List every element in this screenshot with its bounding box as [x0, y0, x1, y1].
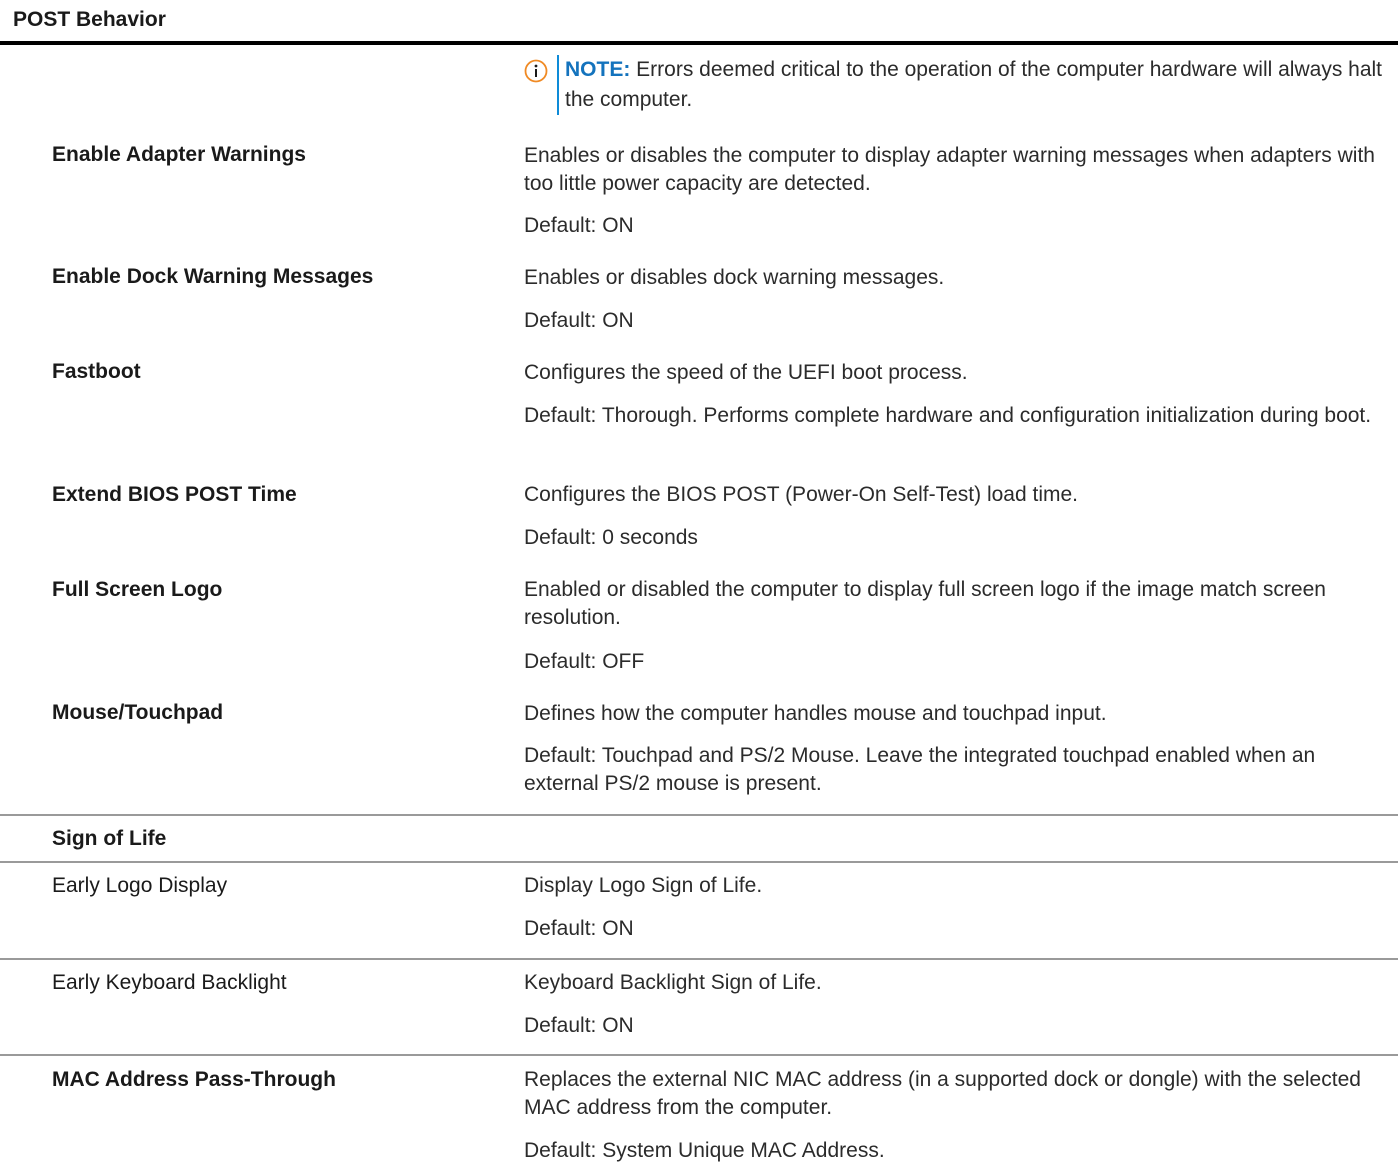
setting-label: Mouse/Touchpad — [52, 701, 224, 724]
subsection-title: Sign of Life — [52, 827, 167, 850]
setting-description: Enables or disables the computer to disp… — [524, 144, 1375, 195]
section-header: POST Behavior — [0, 0, 1398, 45]
setting-description: Keyboard Backlight Sign of Life. — [524, 971, 822, 994]
setting-label: Early Logo Display — [52, 874, 228, 897]
setting-description: Enables or disables dock warning message… — [524, 266, 945, 289]
note-body: Errors deemed critical to the operation … — [565, 58, 1383, 111]
note-divider — [557, 55, 559, 115]
setting-default: Default: Touchpad and PS/2 Mouse. Leave … — [524, 744, 1316, 795]
setting-label: Fastboot — [52, 360, 141, 383]
note-label: NOTE: — [565, 58, 631, 81]
setting-label: Enable Adapter Warnings — [52, 143, 306, 166]
setting-description: Configures the speed of the UEFI boot pr… — [524, 361, 968, 384]
divider — [0, 861, 1398, 863]
setting-default: Default: 0 seconds — [524, 526, 698, 549]
section-title: POST Behavior — [13, 8, 166, 31]
setting-label: Early Keyboard Backlight — [52, 971, 287, 994]
setting-default: Default: System Unique MAC Address. — [524, 1139, 885, 1162]
setting-label: Full Screen Logo — [52, 578, 223, 601]
setting-default: Default: ON — [524, 917, 634, 940]
setting-label: Enable Dock Warning Messages — [52, 265, 374, 288]
setting-description: Defines how the computer handles mouse a… — [524, 702, 1107, 725]
setting-default: Default: Thorough. Performs complete har… — [524, 404, 1372, 427]
divider — [0, 1054, 1398, 1056]
divider — [0, 814, 1398, 816]
setting-description: Replaces the external NIC MAC address (i… — [524, 1068, 1361, 1119]
note-text: NOTE: Errors deemed critical to the oper… — [565, 55, 1385, 115]
setting-description: Enabled or disabled the computer to disp… — [524, 578, 1326, 629]
setting-default: Default: ON — [524, 214, 634, 237]
setting-label: MAC Address Pass-Through — [52, 1068, 336, 1091]
divider — [0, 958, 1398, 960]
setting-description: Configures the BIOS POST (Power-On Self-… — [524, 483, 1078, 506]
setting-default: Default: ON — [524, 309, 634, 332]
setting-description: Display Logo Sign of Life. — [524, 874, 763, 897]
setting-label: Extend BIOS POST Time — [52, 483, 297, 506]
info-circle-icon — [524, 59, 548, 83]
setting-default: Default: ON — [524, 1014, 634, 1037]
setting-default: Default: OFF — [524, 650, 645, 673]
